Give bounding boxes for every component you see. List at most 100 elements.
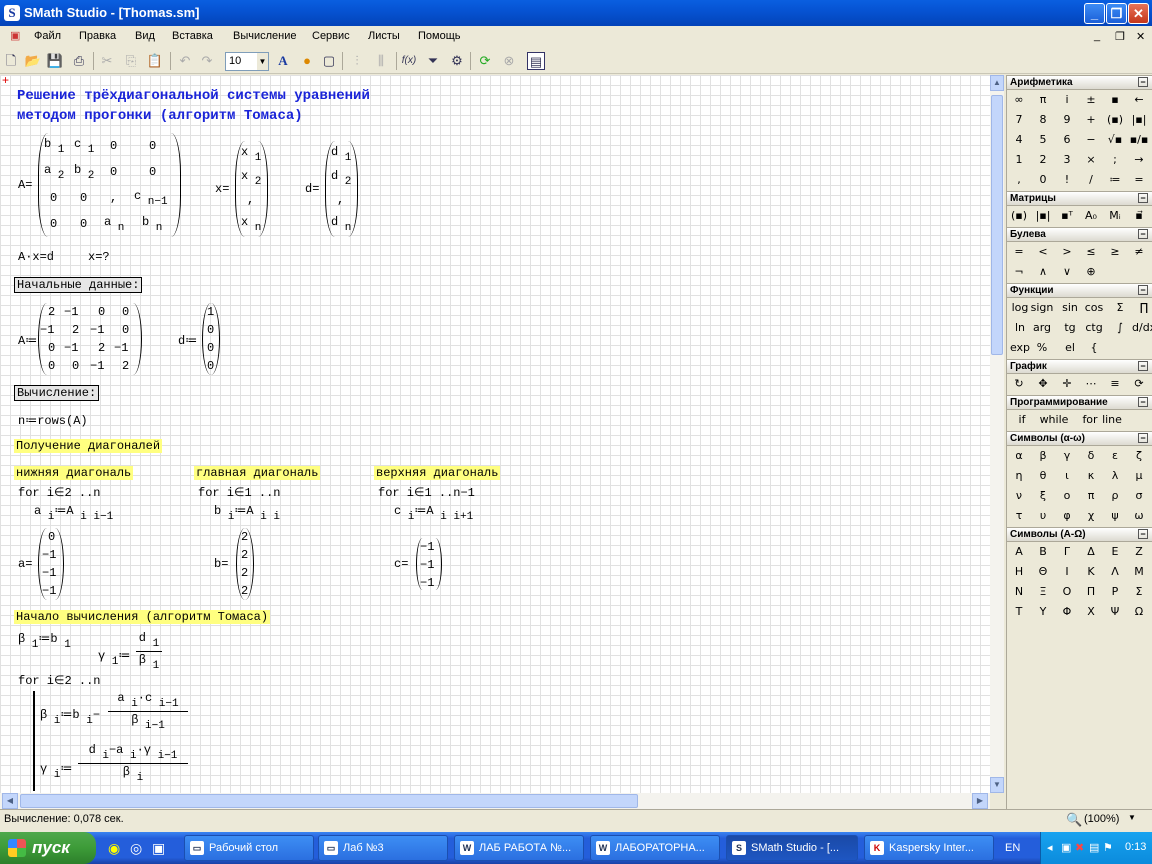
palette-item[interactable]: μ xyxy=(1128,469,1150,482)
palette-item[interactable]: > xyxy=(1056,245,1078,258)
task-desktop[interactable]: ▭ Рабочий стол xyxy=(184,835,314,861)
panel-header-2[interactable]: Булева − xyxy=(1007,227,1152,242)
palette-item[interactable]: ≡ xyxy=(1104,377,1126,390)
palette-item[interactable]: η xyxy=(1008,469,1030,482)
panels-toggle-icon[interactable]: ▤ xyxy=(527,52,545,70)
palette-item[interactable]: 6 xyxy=(1056,133,1078,146)
palette-item[interactable]: ¬ xyxy=(1008,265,1030,278)
collapse-icon[interactable]: − xyxy=(1138,229,1148,239)
collapse-icon[interactable]: − xyxy=(1138,361,1148,371)
panel-header-7[interactable]: Символы (А-Ω) − xyxy=(1007,527,1152,542)
palette-item[interactable]: β xyxy=(1032,449,1054,462)
mdi-restore-button[interactable]: ❐ xyxy=(1115,30,1125,43)
language-indicator[interactable]: EN xyxy=(1005,842,1020,854)
font-size-select[interactable]: 10 ▼ xyxy=(225,52,269,71)
palette-item[interactable]: π xyxy=(1080,489,1102,502)
settings-icon[interactable]: ⚙ xyxy=(448,52,466,70)
mdi-close-button[interactable]: ✕ xyxy=(1136,30,1145,43)
palette-item[interactable]: ≥ xyxy=(1104,245,1126,258)
palette-item[interactable]: Κ xyxy=(1080,565,1102,578)
palette-item[interactable]: |▪| xyxy=(1032,209,1054,222)
palette-item[interactable]: ← xyxy=(1128,93,1150,106)
palette-item[interactable]: ψ xyxy=(1104,509,1126,522)
palette-item[interactable]: A₀ xyxy=(1080,209,1102,222)
palette-item[interactable]: exp xyxy=(1008,341,1032,354)
menu-view[interactable]: Вид xyxy=(135,30,155,42)
menu-insert[interactable]: Вставка xyxy=(172,30,213,42)
palette-item[interactable]: τ xyxy=(1008,509,1030,522)
task-smath[interactable]: S SMath Studio - [... xyxy=(726,835,858,861)
palette-item[interactable]: 4 xyxy=(1008,133,1030,146)
palette-item[interactable]: ξ xyxy=(1032,489,1054,502)
palette-item[interactable]: Τ xyxy=(1008,605,1030,618)
palette-item[interactable]: Ω xyxy=(1128,605,1150,618)
palette-item[interactable]: < xyxy=(1032,245,1054,258)
tray-icon-2[interactable]: ▣ xyxy=(1061,841,1071,854)
palette-item[interactable]: γ xyxy=(1056,449,1078,462)
menu-sheets[interactable]: Листы xyxy=(368,30,400,42)
palette-item[interactable]: ln xyxy=(1008,321,1032,334)
palette-item[interactable]: 5 xyxy=(1032,133,1054,146)
font-icon[interactable]: A xyxy=(274,52,292,70)
task-lab-work[interactable]: W ЛАБ РАБОТА №... xyxy=(454,835,584,861)
copy-icon[interactable]: ⎘ xyxy=(122,52,140,70)
zoom-icon[interactable]: 🔍 xyxy=(1066,812,1082,828)
palette-item[interactable]: ▪⃗ xyxy=(1128,209,1150,222)
palette-item[interactable]: ρ xyxy=(1104,489,1126,502)
menu-service[interactable]: Сервис xyxy=(312,30,350,42)
close-button[interactable]: ✕ xyxy=(1128,3,1149,24)
palette-item[interactable]: cos xyxy=(1082,301,1106,314)
start-button[interactable]: пуск xyxy=(0,832,96,864)
menu-help[interactable]: Помощь xyxy=(418,30,461,42)
palette-item[interactable]: ⊕ xyxy=(1080,265,1102,278)
menu-file[interactable]: Файл xyxy=(34,30,61,42)
function-icon[interactable]: f(x) xyxy=(400,52,418,70)
worksheet[interactable]: + Решение трёхдиагональной системы уравн… xyxy=(0,75,990,793)
tray-icon-3[interactable]: ✖ xyxy=(1075,841,1084,854)
redo-icon[interactable]: ↷ xyxy=(198,52,216,70)
palette-item[interactable]: Ρ xyxy=(1104,585,1126,598)
palette-item[interactable]: Γ xyxy=(1056,545,1078,558)
palette-item[interactable]: ✛ xyxy=(1056,377,1078,390)
color-palette-icon[interactable]: ● xyxy=(298,52,316,70)
palette-item[interactable]: ζ xyxy=(1128,449,1150,462)
palette-item[interactable]: Β xyxy=(1032,545,1054,558)
palette-item[interactable]: ! xyxy=(1056,173,1078,186)
undo-icon[interactable]: ↶ xyxy=(176,52,194,70)
scroll-left-icon[interactable]: ◀ xyxy=(2,793,18,809)
document-icon[interactable]: ▣ xyxy=(10,29,20,42)
palette-item[interactable]: ⋯ xyxy=(1080,377,1102,390)
filter-icon[interactable]: ⏷ xyxy=(424,52,442,70)
palette-item[interactable]: (▪) xyxy=(1104,113,1126,126)
palette-item[interactable]: − xyxy=(1080,133,1102,146)
palette-item[interactable]: sin xyxy=(1058,301,1082,314)
palette-item[interactable]: δ xyxy=(1080,449,1102,462)
palette-item[interactable]: + xyxy=(1080,113,1102,126)
new-icon[interactable]: 🗋 xyxy=(2,52,20,70)
collapse-icon[interactable]: − xyxy=(1138,397,1148,407)
horizontal-scrollbar[interactable]: ◀ ▶ xyxy=(0,793,990,809)
palette-item[interactable]: 1 xyxy=(1008,153,1030,166)
palette-item[interactable]: 8 xyxy=(1032,113,1054,126)
open-icon[interactable]: 📂 xyxy=(24,52,42,70)
palette-item[interactable]: ∨ xyxy=(1056,265,1078,278)
palette-item[interactable]: d/dx xyxy=(1132,321,1152,334)
palette-item[interactable]: χ xyxy=(1080,509,1102,522)
palette-item[interactable]: ο xyxy=(1056,489,1078,502)
palette-item[interactable]: Θ xyxy=(1032,565,1054,578)
palette-item[interactable]: (▪) xyxy=(1008,209,1030,222)
quicklaunch-icon-1[interactable]: ◉ xyxy=(108,840,120,857)
palette-item[interactable]: if xyxy=(1008,413,1036,426)
palette-item[interactable]: , xyxy=(1008,173,1030,186)
palette-item[interactable]: √▪ xyxy=(1104,133,1126,146)
palette-item[interactable]: ✥ xyxy=(1032,377,1054,390)
palette-item[interactable]: Ο xyxy=(1056,585,1078,598)
collapse-icon[interactable]: − xyxy=(1138,529,1148,539)
palette-item[interactable]: → xyxy=(1128,153,1150,166)
palette-item[interactable]: Χ xyxy=(1080,605,1102,618)
palette-item[interactable]: ↻ xyxy=(1008,377,1030,390)
palette-item[interactable]: Π xyxy=(1080,585,1102,598)
zoom-dropdown-icon[interactable]: ▼ xyxy=(1128,813,1136,822)
palette-item[interactable]: Υ xyxy=(1032,605,1054,618)
palette-item[interactable]: φ xyxy=(1056,509,1078,522)
